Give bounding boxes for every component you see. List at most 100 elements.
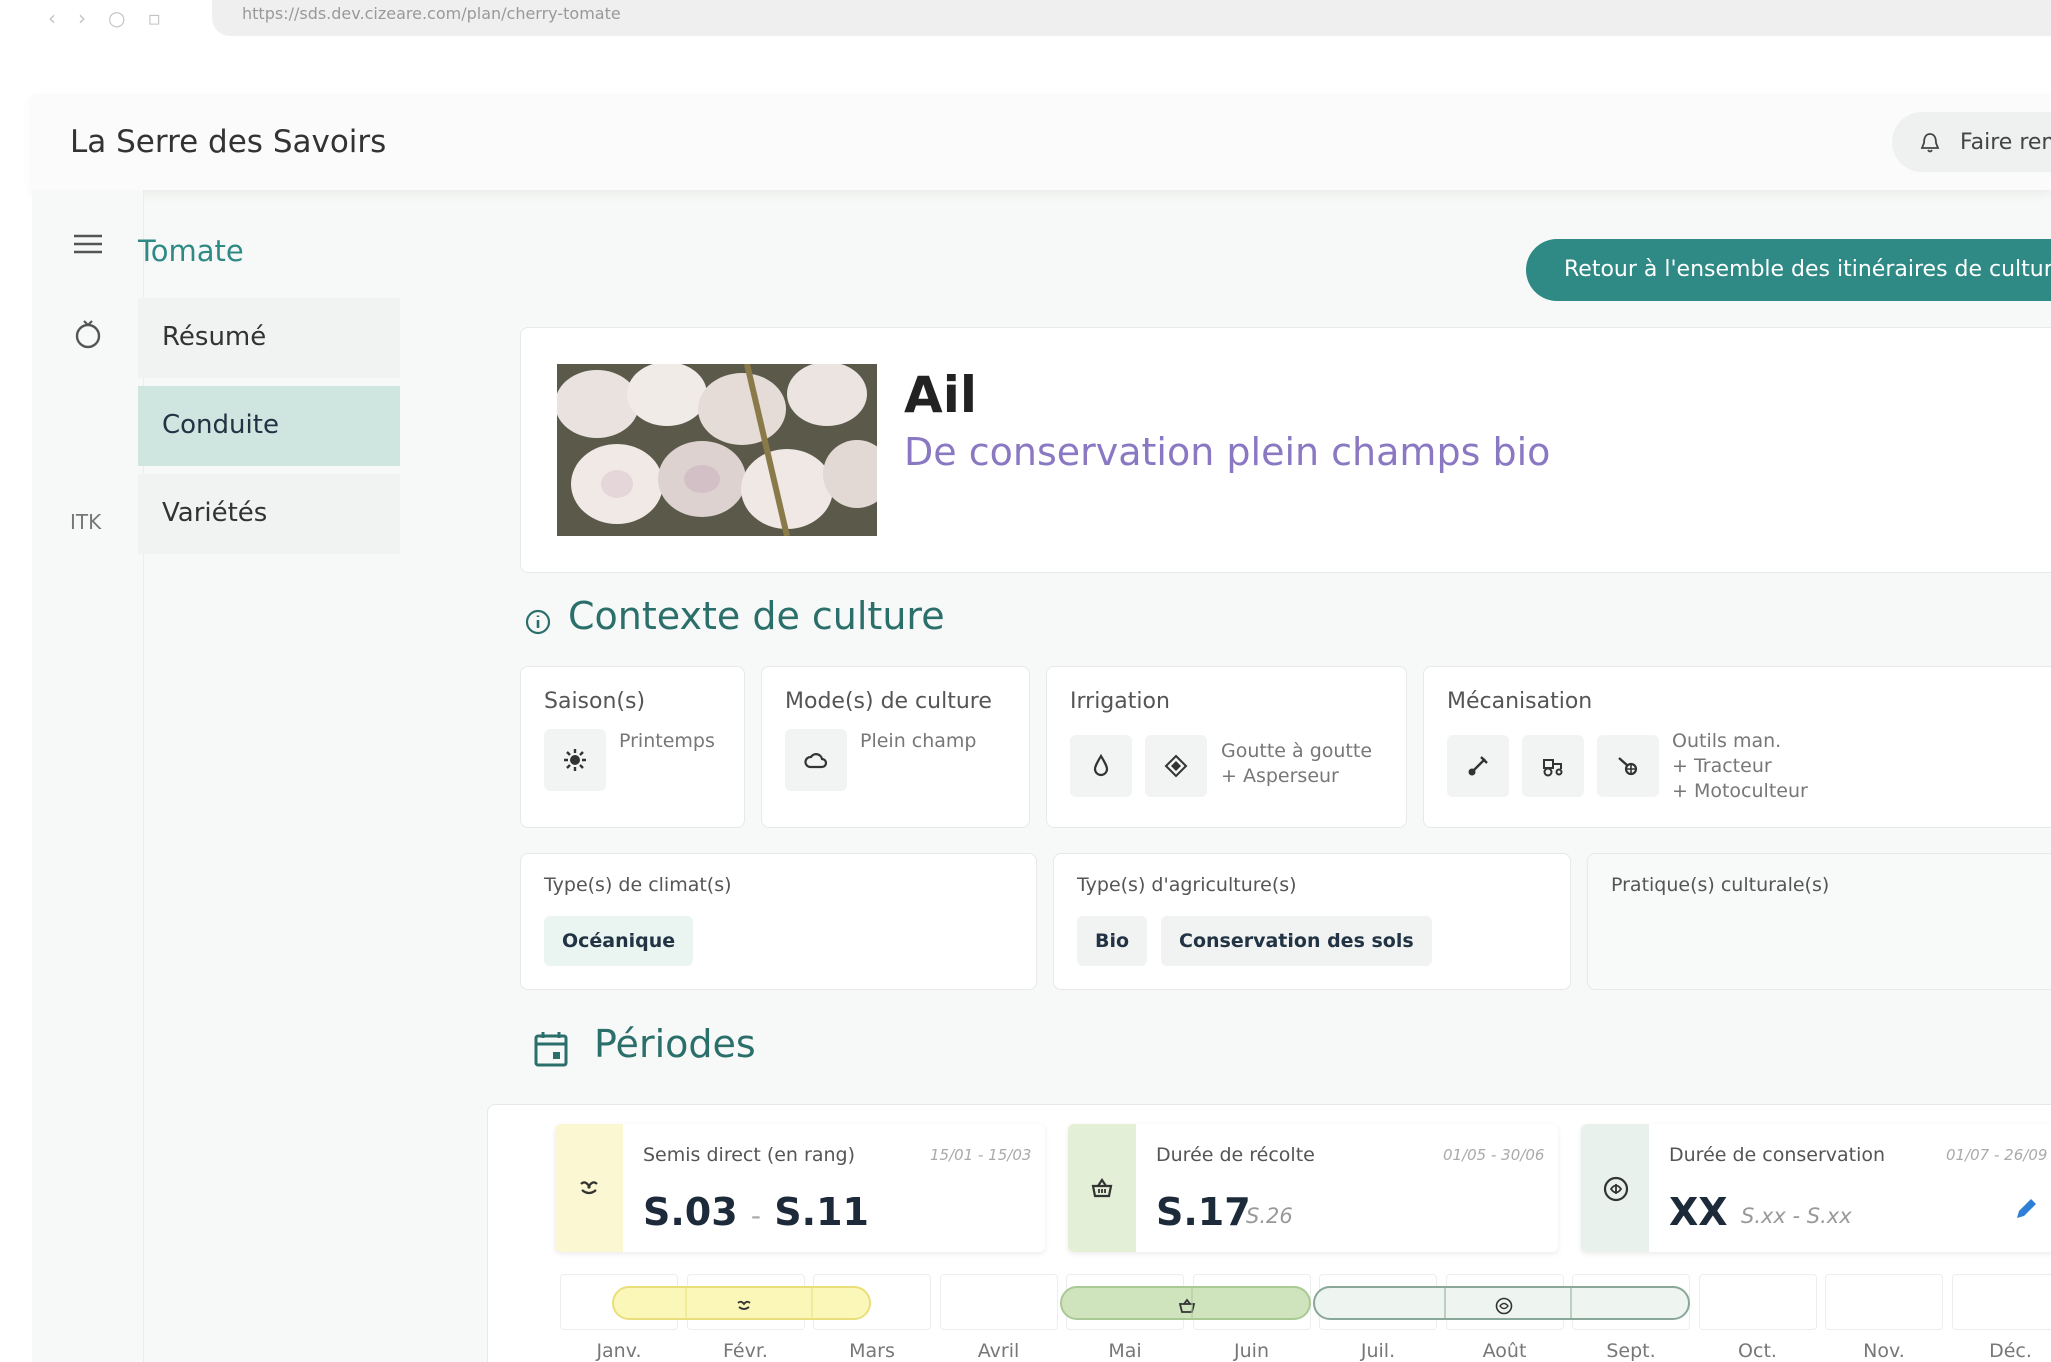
period-end-semis: S.11 [774,1190,869,1234]
month-label: Sept. [1606,1340,1656,1362]
period-weeks-semis: S.03 - S.11 [643,1190,869,1234]
period-dates-conservation: 01/07 - 26/09 [1946,1146,2048,1164]
side-rail: ITK [32,190,144,1362]
bar-divider [1443,1288,1446,1318]
tractor-icon [1543,759,1563,777]
subnav-item-varietes[interactable]: Variétés [138,474,400,554]
month-cell [1951,1274,2051,1330]
hand-tool-icon [1468,756,1488,776]
period-label-conservation: Durée de conservation [1669,1144,1886,1166]
edit-pencil-icon[interactable] [2013,1196,2039,1222]
irrigation-label: Irrigation [1070,689,1170,714]
period-range-conservation: S.xx - S.xx [1741,1204,1852,1228]
calendar-icon [534,1032,568,1067]
period-label-recolte: Durée de récolte [1156,1144,1315,1166]
month-label: Nov. [1863,1340,1905,1362]
info-icon [525,609,551,635]
irrigation-value-1: Goutte à goutte [1221,740,1373,762]
agriculture-tag-bio: Bio [1077,916,1148,966]
url-bar[interactable]: https://sds.dev.cizeare.com/plan/cherry-… [212,0,2051,36]
mecanisation-card: Mécanisation Outils man. + Tracteur + Mo… [1423,666,2051,828]
period-card-conservation[interactable]: Durée de conservation 01/07 - 26/09 XX S… [1581,1124,2051,1252]
periods-section-title: Périodes [594,1022,756,1066]
drop-icon [1093,754,1109,777]
irrigation-tile-sprinkler [1145,735,1207,797]
period-end-recolte: S.26 [1246,1204,1293,1228]
basket-icon [1091,1178,1113,1198]
month-label: Oct. [1738,1340,1777,1362]
crop-title[interactable]: Tomate [138,234,244,268]
period-strip-recolte [1068,1124,1136,1252]
bar-divider [1190,1288,1193,1318]
culture-mode-label: Mode(s) de culture [785,689,992,714]
period-sep-semis: - [750,1199,762,1232]
mecanisation-value-2: + Tracteur [1672,755,1772,777]
climate-label: Type(s) de climat(s) [544,874,732,896]
back-to-itineraries-button[interactable]: Retour à l'ensemble des itinéraires de c… [1526,239,2051,301]
culture-mode-card: Mode(s) de culture Plein champ [761,666,1030,828]
irrigation-value-2: + Asperseur [1221,765,1339,787]
sprinkler-icon [1164,754,1188,778]
tomato-icon[interactable] [72,318,104,350]
notify-label: Faire remonter [1960,130,2051,155]
sun-icon [564,749,586,771]
period-bar[interactable] [1060,1286,1311,1320]
practices-label: Pratique(s) culturale(s) [1611,874,1830,896]
season-tile [544,729,606,791]
crop-itinerary-subtitle: De conservation plein champs bio [904,430,1551,474]
irrigation-card: Irrigation Goutte à goutte + Asperseur [1046,666,1407,828]
climate-tag-oceanique: Océanique [544,916,694,966]
mecanisation-tile-tractor [1522,735,1584,797]
notify-button[interactable]: Faire remonter [1892,112,2051,172]
mecanisation-value-3: + Motoculteur [1672,780,1808,802]
month-label: Janv. [596,1340,642,1362]
climate-card: Type(s) de climat(s) Océanique [520,853,1037,990]
period-card-semis[interactable]: Semis direct (en rang) 15/01 - 15/03 S.0… [555,1124,1045,1252]
period-start-recolte: S.17 [1156,1190,1251,1234]
period-dates-recolte: 01/05 - 30/06 [1443,1146,1545,1164]
browser-chrome: ‹›○▫ https://sds.dev.cizeare.com/plan/ch… [0,0,2051,56]
period-strip-conservation [1581,1124,1649,1252]
mecanisation-tile-tiller [1597,735,1659,797]
subnav-item-conduite[interactable]: Conduite [138,386,400,466]
month-label: Avril [977,1340,1020,1362]
subnav-item-resume[interactable]: Résumé [138,298,400,378]
season-card: Saison(s) Printemps [520,666,745,828]
month-cell [1698,1274,1817,1330]
garlic-image [557,364,877,536]
period-bar[interactable] [1313,1286,1690,1320]
crop-name: Ail [904,366,977,424]
period-card-recolte[interactable]: Durée de récolte 01/05 - 30/06 S.17 S.26 [1068,1124,1558,1252]
month-cell [1825,1274,1943,1330]
month-label: Juil. [1360,1340,1396,1362]
period-start-conservation: XX [1669,1190,1728,1234]
browser-nav-icons[interactable]: ‹›○▫ [48,6,183,30]
agriculture-card: Type(s) d'agriculture(s) Bio Conservatio… [1053,853,1571,990]
itk-nav-item[interactable]: ITK [70,510,101,534]
cloud-icon [804,753,828,769]
brand-title: La Serre des Savoirs [70,124,387,160]
period-strip-semis [555,1124,623,1252]
month-label: Mai [1108,1340,1142,1362]
month-cell [939,1274,1058,1330]
mecanisation-label: Mécanisation [1447,689,1593,714]
bar-divider [684,1288,687,1318]
period-bar[interactable] [612,1286,871,1320]
tiller-icon [1618,757,1638,776]
period-start-semis: S.03 [643,1190,738,1234]
month-label: Août [1482,1340,1527,1362]
period-dates-semis: 15/01 - 15/03 [930,1146,1032,1164]
bar-divider [811,1288,813,1318]
bell-icon [1920,133,1940,153]
agriculture-label: Type(s) d'agriculture(s) [1077,874,1297,896]
crop-hero-card: Ail De conservation plein champs bio [520,327,2051,573]
storage-icon [1495,1297,1512,1315]
top-bar: La Serre des Savoirs Faire remonter [32,94,2051,190]
agriculture-tag-conservation: Conservation des sols [1161,916,1432,966]
menu-icon[interactable] [72,228,104,260]
sprout-icon [580,1181,598,1195]
season-label: Saison(s) [544,689,646,714]
bar-divider [1570,1288,1572,1318]
practices-card: Pratique(s) culturale(s) [1587,853,2051,990]
basket-icon [1179,1298,1196,1313]
